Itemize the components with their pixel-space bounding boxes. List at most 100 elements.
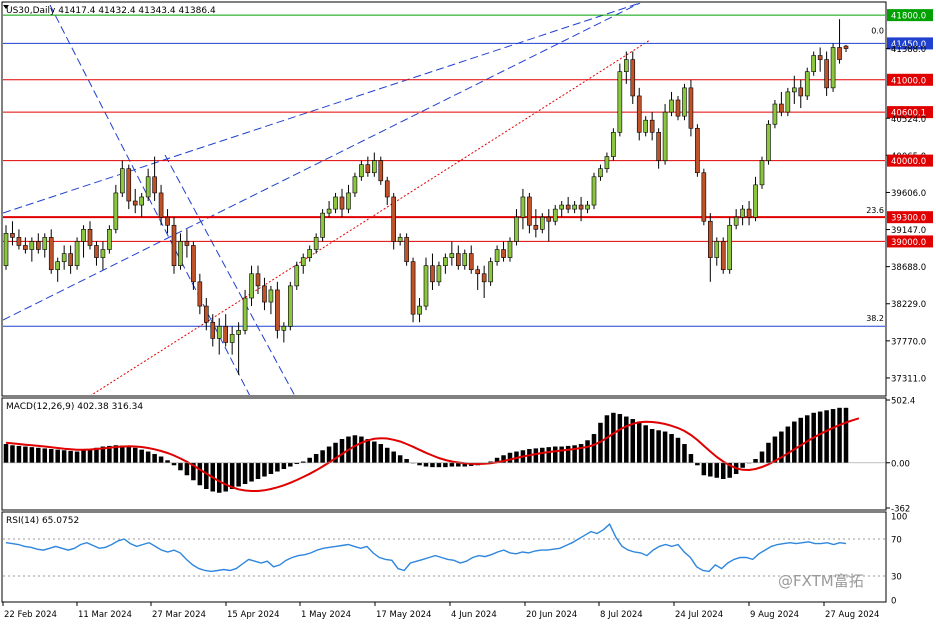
candle-body — [649, 119, 655, 133]
price-tag-label: 40000.0 — [891, 157, 926, 167]
macd-bar — [417, 462, 422, 466]
macd-bar — [48, 449, 54, 463]
price-tick-label: 37770.0 — [891, 337, 926, 347]
candle-body — [275, 289, 280, 331]
candle-body — [804, 71, 810, 97]
candle-body — [475, 269, 480, 275]
macd-bar — [391, 451, 396, 463]
price-tick-label: 37311.0 — [891, 374, 926, 384]
candle-body — [197, 281, 203, 307]
macd-bar — [249, 462, 254, 482]
price-tick-label: 41388.0 — [891, 45, 926, 55]
candle-body — [456, 253, 461, 266]
candle-body — [488, 261, 493, 283]
candle-body — [397, 237, 403, 242]
macd-bar — [669, 434, 674, 463]
candle-body — [436, 265, 442, 283]
candle-body — [468, 253, 474, 271]
macd-bar — [708, 462, 713, 477]
rsi-tick-label: 30 — [891, 573, 902, 583]
candle-body — [378, 160, 384, 182]
macd-bar — [720, 462, 726, 480]
candle-body — [300, 257, 306, 266]
macd-bar — [139, 449, 144, 463]
candle-body — [178, 241, 183, 266]
macd-bar — [662, 431, 668, 463]
candle-body — [507, 241, 513, 258]
candle-body — [120, 168, 125, 194]
candle-body — [811, 55, 816, 73]
candle-body — [766, 123, 771, 161]
macd-bar — [171, 462, 177, 466]
macd-bar — [824, 410, 829, 463]
macd-bar — [759, 451, 765, 463]
candle-body — [216, 325, 222, 339]
macd-bar — [617, 414, 623, 463]
candle-body — [462, 253, 468, 266]
macd-bar — [540, 447, 545, 463]
macd-bar — [740, 462, 745, 468]
macd-bar — [817, 411, 823, 463]
macd-bar — [68, 450, 73, 463]
candle-body — [81, 229, 86, 242]
candle-body — [165, 216, 170, 226]
candle-body — [430, 265, 435, 283]
macd-bar — [236, 462, 241, 487]
candle-body — [184, 241, 190, 246]
macd-bar — [436, 462, 442, 468]
macd-bar — [288, 462, 293, 467]
symbol-readout: US30,Daily 41417.4 41432.4 41343.4 41386… — [6, 6, 216, 16]
macd-bar — [229, 462, 235, 490]
candle-body — [682, 87, 687, 117]
candle-body — [42, 237, 48, 250]
macd-bar — [630, 419, 636, 463]
candle-body — [798, 87, 804, 97]
macd-bar — [197, 462, 203, 486]
candle-body — [643, 119, 648, 133]
macd-bar — [430, 462, 435, 468]
candle-body — [320, 212, 325, 238]
candle-body — [604, 156, 610, 169]
macd-bar — [507, 452, 513, 463]
macd-bar — [843, 407, 849, 463]
candle-body — [113, 192, 119, 230]
macd-bar — [785, 426, 791, 463]
candle-body — [624, 59, 629, 73]
fib-label: 38.2 — [866, 314, 884, 323]
macd-bar — [352, 435, 358, 463]
date-tick-label: 8 Jul 2024 — [600, 610, 643, 620]
macd-bar — [165, 460, 170, 463]
candle-body — [229, 334, 235, 343]
macd-bar — [443, 462, 448, 468]
candle-body — [688, 87, 694, 129]
macd-bar — [145, 451, 151, 463]
candle-body — [617, 71, 623, 133]
macd-bar — [546, 447, 552, 463]
macd-bar — [792, 421, 797, 463]
candle-body — [242, 297, 248, 331]
macd-bar — [216, 462, 222, 493]
candle-body — [262, 285, 267, 303]
macd-bar — [87, 449, 93, 463]
macd-bar — [591, 434, 597, 463]
candle-body — [565, 204, 571, 210]
trading-chart-window: 0.023.638.2 41800.041450.041388.041000.0… — [0, 0, 936, 624]
chart-background — [0, 0, 936, 624]
candle-body — [288, 285, 293, 327]
macd-bar — [753, 459, 758, 463]
fib-label: 0.0 — [871, 26, 884, 35]
candle-body — [675, 99, 681, 117]
macd-bar — [204, 462, 209, 490]
macd-bar — [643, 425, 648, 463]
candle-body — [236, 330, 241, 335]
macd-bar — [81, 450, 86, 463]
candle-body — [540, 216, 545, 230]
macd-bar — [837, 407, 842, 463]
macd-bar — [36, 447, 41, 463]
macd-bar — [365, 439, 371, 463]
candle-body — [158, 192, 164, 218]
rsi-tick-label: 0 — [891, 597, 896, 607]
macd-bar — [255, 462, 261, 480]
macd-bar — [701, 462, 707, 476]
macd-bar — [61, 450, 67, 463]
